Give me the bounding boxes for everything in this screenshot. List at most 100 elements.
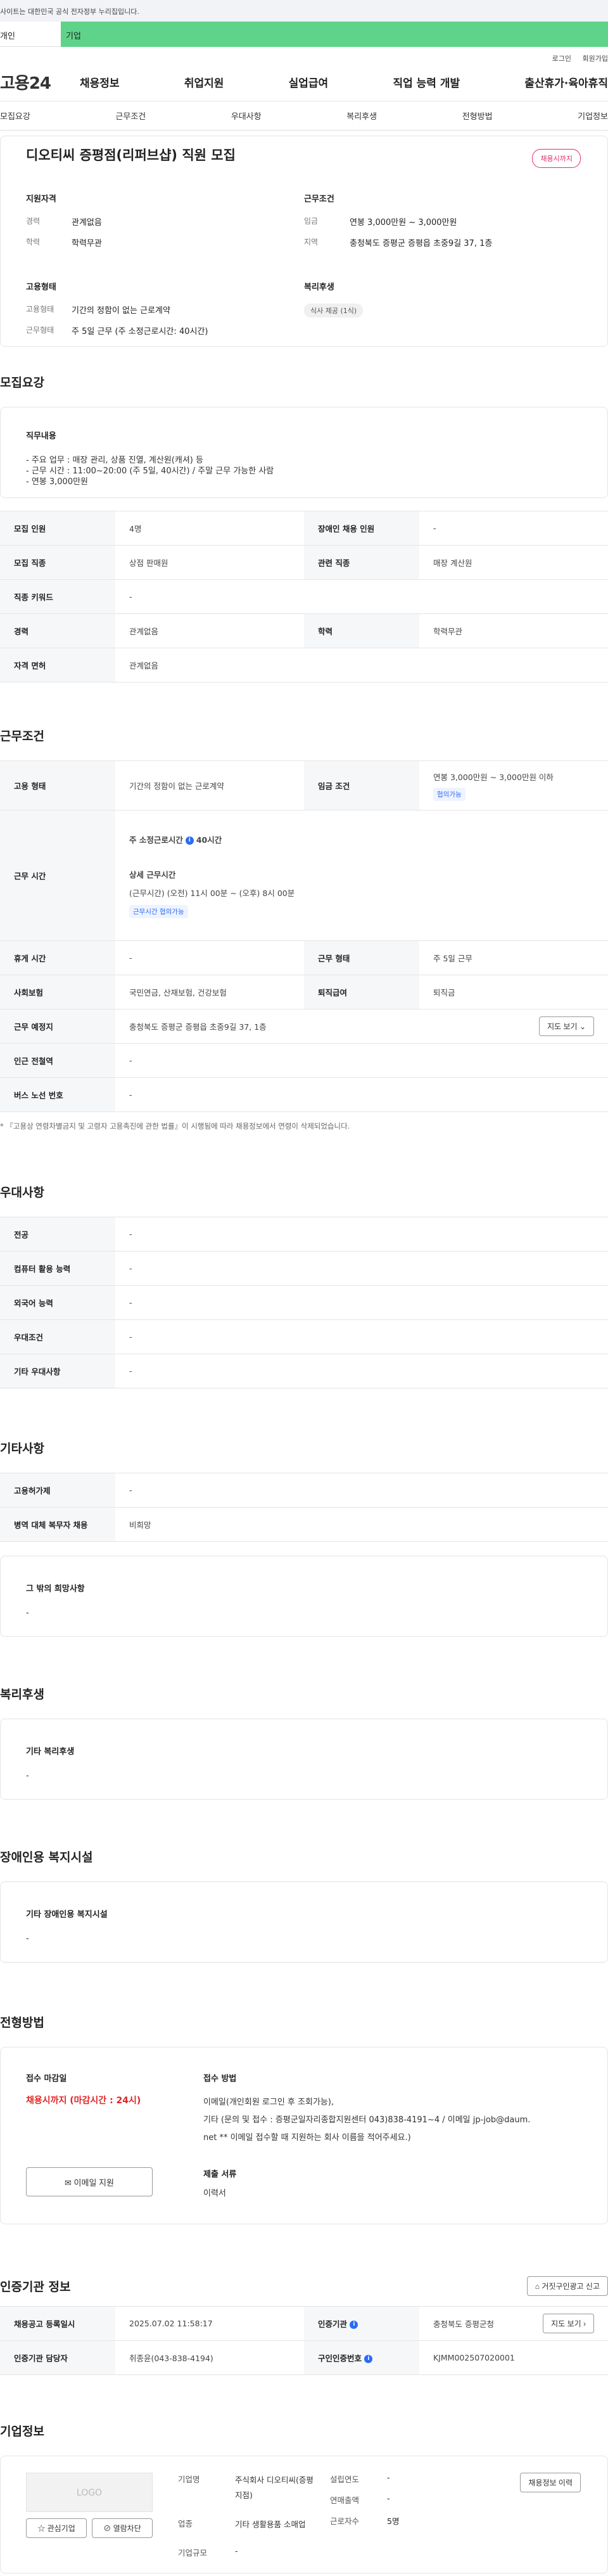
info-icon[interactable]: i	[350, 2321, 358, 2329]
recruit-section: 모집요강 직무내용 - 주요 업무 : 매장 관리, 상품 진열, 계산원(캐셔…	[0, 373, 608, 682]
join-link[interactable]: 회원가입	[583, 54, 608, 63]
company-size-value: -	[235, 2546, 238, 2556]
company-name-label: 기업명	[178, 2475, 200, 2484]
subway-label: 인근 전철역	[0, 1043, 115, 1078]
global-nav: 고용24 채용정보 취업지원 실업급여 직업 능력 개발 출산휴가·육아휴직	[0, 63, 608, 101]
job-history-button[interactable]: 채용정보 이력	[520, 2473, 581, 2492]
site-logo[interactable]: 고용24	[0, 70, 66, 94]
report-button[interactable]: ⌂ 거짓구인광고 신고	[526, 2276, 608, 2296]
other-wish-text: -	[26, 1608, 29, 1618]
subnav-conditions[interactable]: 근무조건	[115, 110, 146, 122]
block-icon: ⊘	[103, 2524, 111, 2533]
company-box: LOGO ☆ 관심기업 ⊘ 열람차단 기업명 주식회사 디오티씨(증평지점) 업종…	[0, 2456, 608, 2573]
subnav-recruit[interactable]: 모집요강	[0, 110, 30, 122]
agency-label: 인증기관	[318, 2319, 348, 2329]
company-logo: LOGO	[26, 2473, 153, 2512]
tab-company[interactable]: 기업	[61, 22, 608, 47]
map-button[interactable]: 지도 보기 ⌄	[539, 1016, 594, 1036]
bus-label: 버스 노선 번호	[0, 1077, 115, 1112]
gnb-item-parental-leave[interactable]: 출산휴가·육아휴직	[524, 74, 608, 90]
duty-title: 직무내용	[26, 432, 56, 441]
deadline-label: 접수 마감일	[26, 2074, 67, 2084]
language-value: -	[115, 1285, 608, 1320]
disabled-facility-section: 장애인용 복지시설 기타 장애인용 복지시설 -	[0, 1848, 608, 1963]
home-icon: ⌂	[535, 2282, 540, 2291]
info-icon[interactable]: i	[185, 836, 194, 845]
info-icon[interactable]: i	[364, 2355, 373, 2363]
company-section: 기업정보 LOGO ☆ 관심기업 ⊘ 열람차단 기업명 주식회사 디오티씨(증평지…	[0, 2422, 608, 2573]
table-row: 근무 예정지 충청북도 증평군 증평읍 초중9길 37, 1층 지도 보기 ⌄	[0, 1009, 608, 1044]
company-section-title: 기업정보	[0, 2425, 44, 2438]
major-label: 전공	[0, 1217, 115, 1252]
workplace-value: 충청북도 증평군 증평읍 초중9길 37, 1층	[129, 1022, 267, 1032]
table-row: 우대조건 -	[0, 1319, 608, 1354]
keyword-value: -	[115, 579, 608, 614]
email-apply-button[interactable]: ✉ 이메일 지원	[26, 2167, 153, 2196]
method-line-3: net ** 이메일 접수할 때 지원하는 회사 이름을 적어주세요.)	[203, 2133, 411, 2143]
login-link[interactable]: 로그인	[552, 54, 571, 63]
industry-label: 업종	[178, 2519, 193, 2528]
other-table: 고용허가제 - 병역 대체 복무자 채용 비희망	[0, 1473, 608, 1542]
conditions-table: 고용 형태 기간의 정함이 없는 근로계약 임금 조건 연봉 3,000만원 ~…	[0, 760, 608, 1112]
table-row: 고용 형태 기간의 정함이 없는 근로계약 임금 조건 연봉 3,000만원 ~…	[0, 760, 608, 811]
condition-heading: 근무조건	[304, 195, 334, 204]
license-value: 관계없음	[115, 648, 608, 682]
subnav-preference[interactable]: 우대사항	[231, 110, 262, 122]
gnb-item-employment-support[interactable]: 취업지원	[184, 74, 224, 90]
education-label: 학력	[26, 238, 41, 247]
gnb-item-unemployment-benefit[interactable]: 실업급여	[289, 74, 329, 90]
career-label: 경력	[0, 613, 115, 648]
conditions-section: 근무조건 고용 형태 기간의 정함이 없는 근로계약 임금 조건 연봉 3,00…	[0, 727, 608, 1131]
other-section-title: 기타사항	[0, 1442, 44, 1456]
subnav-company[interactable]: 기업정보	[578, 110, 608, 122]
recruit-section-title: 모집요강	[0, 376, 44, 390]
subnav-selection[interactable]: 전형방법	[462, 110, 493, 122]
table-row: 버스 노선 번호 -	[0, 1077, 608, 1112]
interest-company-button[interactable]: ☆ 관심기업	[26, 2518, 87, 2538]
wage-negotiable-chip: 협의가능	[433, 787, 466, 801]
table-row: 고용허가제 -	[0, 1473, 608, 1508]
job-summary-card: 디오티씨 증평점(리퍼브샵) 직원 모집 채용시까지 지원자격 경력 관계없음 학…	[0, 136, 608, 347]
recruit-table: 모집 인원 4명 장애인 채용 인원 - 모집 직종 상점 판매원 관련 직종 …	[0, 511, 608, 682]
emptype-value: 기간의 정함이 없는 근로계약	[72, 306, 170, 316]
gnb-item-vocational-training[interactable]: 직업 능력 개발	[393, 74, 460, 90]
staff-value: 5명	[387, 2516, 400, 2526]
selection-section: 전형방법 접수 마감일 채용시까지 (마감시간 : 24시) ✉ 이메일 지원 …	[0, 2013, 608, 2224]
preference-section: 우대사항 전공 - 컴퓨터 활용 능력 - 외국어 능력 - 우대조건 - 기타 우대사…	[0, 1183, 608, 1388]
retirement-value: 퇴직금	[419, 975, 608, 1009]
auth-table: 채용공고 등록일시 2025.07.02 11:58:17 인증기관 i 충청북…	[0, 2306, 608, 2375]
sales-label: 연매출액	[330, 2496, 360, 2505]
region-label: 지역	[304, 238, 319, 247]
other-preference-label: 기타 우대사항	[0, 1354, 115, 1388]
agency-map-button[interactable]: 지도 보기 ›	[543, 2314, 594, 2333]
worktype-label: 근무형태	[26, 326, 54, 335]
disabled-facility-box: 기타 장애인용 복지시설 -	[0, 1881, 608, 1963]
regdate-label: 채용공고 등록일시	[0, 2306, 115, 2341]
cert-number-label: 구인인증번호	[318, 2354, 362, 2363]
emptype-value: 기간의 정함이 없는 근로계약	[115, 760, 304, 811]
welfare-chip: 식사 제공 (1식)	[304, 304, 364, 317]
workform-label: 근무 형태	[304, 940, 419, 975]
disabled-value: -	[419, 511, 608, 546]
disabled-facility-box-text: -	[26, 1934, 29, 1944]
insurance-value: 국민연금, 산재보험, 건강보험	[115, 975, 304, 1009]
block-view-button[interactable]: ⊘ 열람차단	[92, 2518, 153, 2538]
table-row: 전공 -	[0, 1217, 608, 1252]
education-value: 학력무관	[72, 239, 102, 248]
welfare-box-text: -	[26, 1771, 29, 1781]
subnav-welfare[interactable]: 복리후생	[346, 110, 377, 122]
chevron-right-icon: ›	[583, 2319, 586, 2328]
table-row: 인증기관 담당자 취종윤(043-838-4194) 구인인증번호 i KJMM…	[0, 2340, 608, 2375]
tab-personal[interactable]: 개인	[0, 22, 61, 47]
gnb-item-jobs[interactable]: 채용정보	[80, 74, 120, 90]
table-row: 근무 시간 주 소정근로시간 i 40시간 상세 근무시간 (근무시간) (오전…	[0, 810, 608, 941]
status-badge: 채용시까지	[532, 149, 581, 168]
bus-value: -	[115, 1077, 608, 1112]
star-icon: ☆	[37, 2524, 46, 2533]
util-links: 로그인 회원가입	[0, 47, 608, 63]
preference-table: 전공 - 컴퓨터 활용 능력 - 외국어 능력 - 우대조건 - 기타 우대사항 -	[0, 1217, 608, 1388]
other-section: 기타사항 고용허가제 - 병역 대체 복무자 채용 비희망 그 밖의 희망사항 -	[0, 1439, 608, 1637]
education-value: 학력무관	[419, 613, 608, 648]
table-row: 병역 대체 복무자 채용 비희망	[0, 1507, 608, 1542]
method-label: 접수 방법	[203, 2074, 237, 2084]
